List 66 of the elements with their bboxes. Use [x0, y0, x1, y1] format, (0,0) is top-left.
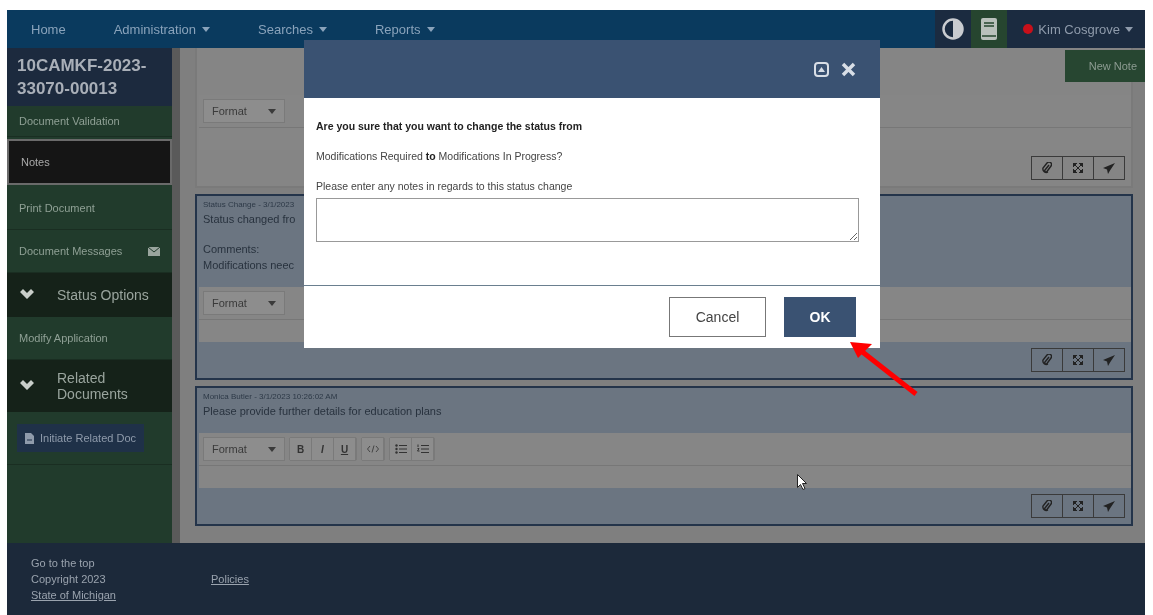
attach-button[interactable] [1031, 348, 1063, 372]
format-dropdown[interactable]: Format [203, 437, 285, 461]
policies-link[interactable]: Policies [211, 571, 351, 587]
ok-button[interactable]: OK [784, 297, 856, 337]
notes-label: Please enter any notes in regards to this status change [316, 180, 574, 192]
note-text: Comments: [203, 242, 261, 257]
expand-icon [1073, 501, 1083, 511]
chevron-icon[interactable] [19, 289, 35, 301]
format-dropdown[interactable]: Format [203, 99, 285, 123]
format-button[interactable]: I [312, 438, 334, 460]
caret-icon [268, 300, 276, 306]
copyright-text: Copyright 2023 State of Michigan [31, 572, 117, 603]
close-icon[interactable] [841, 61, 856, 77]
format-button[interactable]: U [334, 438, 356, 460]
send-button[interactable] [1093, 348, 1125, 372]
nav-menu-item[interactable]: Home [7, 21, 90, 37]
send-button[interactable] [1093, 156, 1125, 180]
paperclip-icon [1042, 354, 1052, 366]
sidebar-section[interactable]: Related Documents [7, 360, 172, 412]
attach-button[interactable] [1031, 156, 1063, 180]
send-icon [1103, 500, 1115, 512]
note-text: Please provide further details for education plans [203, 404, 443, 419]
cursor-icon [797, 474, 807, 490]
paperclip-icon [1042, 162, 1052, 174]
document-title: 10CAMKF-2023-33070-00013 [7, 48, 172, 106]
expand-button[interactable] [1062, 494, 1094, 518]
status-change-text: Modifications Required to Modifications In Progress? [316, 150, 564, 162]
caret-icon [268, 108, 276, 114]
scrollbar[interactable] [172, 48, 180, 543]
sidebar-section[interactable]: Status Options [7, 273, 172, 317]
cancel-button[interactable]: Cancel [669, 297, 766, 337]
user-menu[interactable]: Kim Cosgrove [1007, 10, 1145, 48]
caret-icon [268, 446, 276, 452]
nav-menu-item[interactable]: Administration [89, 21, 235, 37]
send-icon [1103, 162, 1115, 174]
expand-icon [1073, 163, 1083, 173]
send-icon [1103, 354, 1115, 366]
initiate-button[interactable]: Initiate Related Doc [17, 424, 144, 452]
document-icon [25, 432, 34, 444]
attach-button[interactable] [1031, 494, 1063, 518]
note-text: Status changed fro [203, 212, 297, 227]
dialog-question: Are you sure that you want to change the status from [316, 120, 584, 132]
sidebar-link[interactable]: Document Messages [19, 245, 123, 257]
send-button[interactable] [1093, 494, 1125, 518]
nav-menu-item[interactable]: Reports [351, 21, 459, 37]
top-link[interactable]: Go to the top [31, 555, 171, 571]
expand-icon [1073, 355, 1083, 365]
restore-icon[interactable] [814, 61, 829, 77]
expand-button[interactable] [1062, 156, 1094, 180]
format-dropdown[interactable]: Format [203, 291, 285, 315]
mail-icon [148, 246, 160, 256]
paperclip-icon [1042, 500, 1052, 512]
sidebar-link[interactable]: Notes [7, 139, 172, 185]
numbered-list-icon[interactable] [412, 438, 434, 460]
chevron-icon[interactable] [19, 380, 35, 392]
nav-menu-item[interactable]: Searches [234, 21, 351, 37]
notes-field[interactable] [316, 198, 859, 242]
bullet-list-icon[interactable] [390, 438, 412, 460]
code-icon[interactable] [362, 438, 384, 460]
note-text: Modifications neec [203, 258, 296, 273]
expand-button[interactable] [1062, 348, 1094, 372]
contrast-icon[interactable] [942, 18, 965, 40]
state-link[interactable]: State of Michigan [31, 589, 116, 601]
new-note-button[interactable]: New Note [1064, 50, 1145, 82]
format-button[interactable]: B [290, 438, 312, 460]
book-icon[interactable] [981, 18, 998, 40]
